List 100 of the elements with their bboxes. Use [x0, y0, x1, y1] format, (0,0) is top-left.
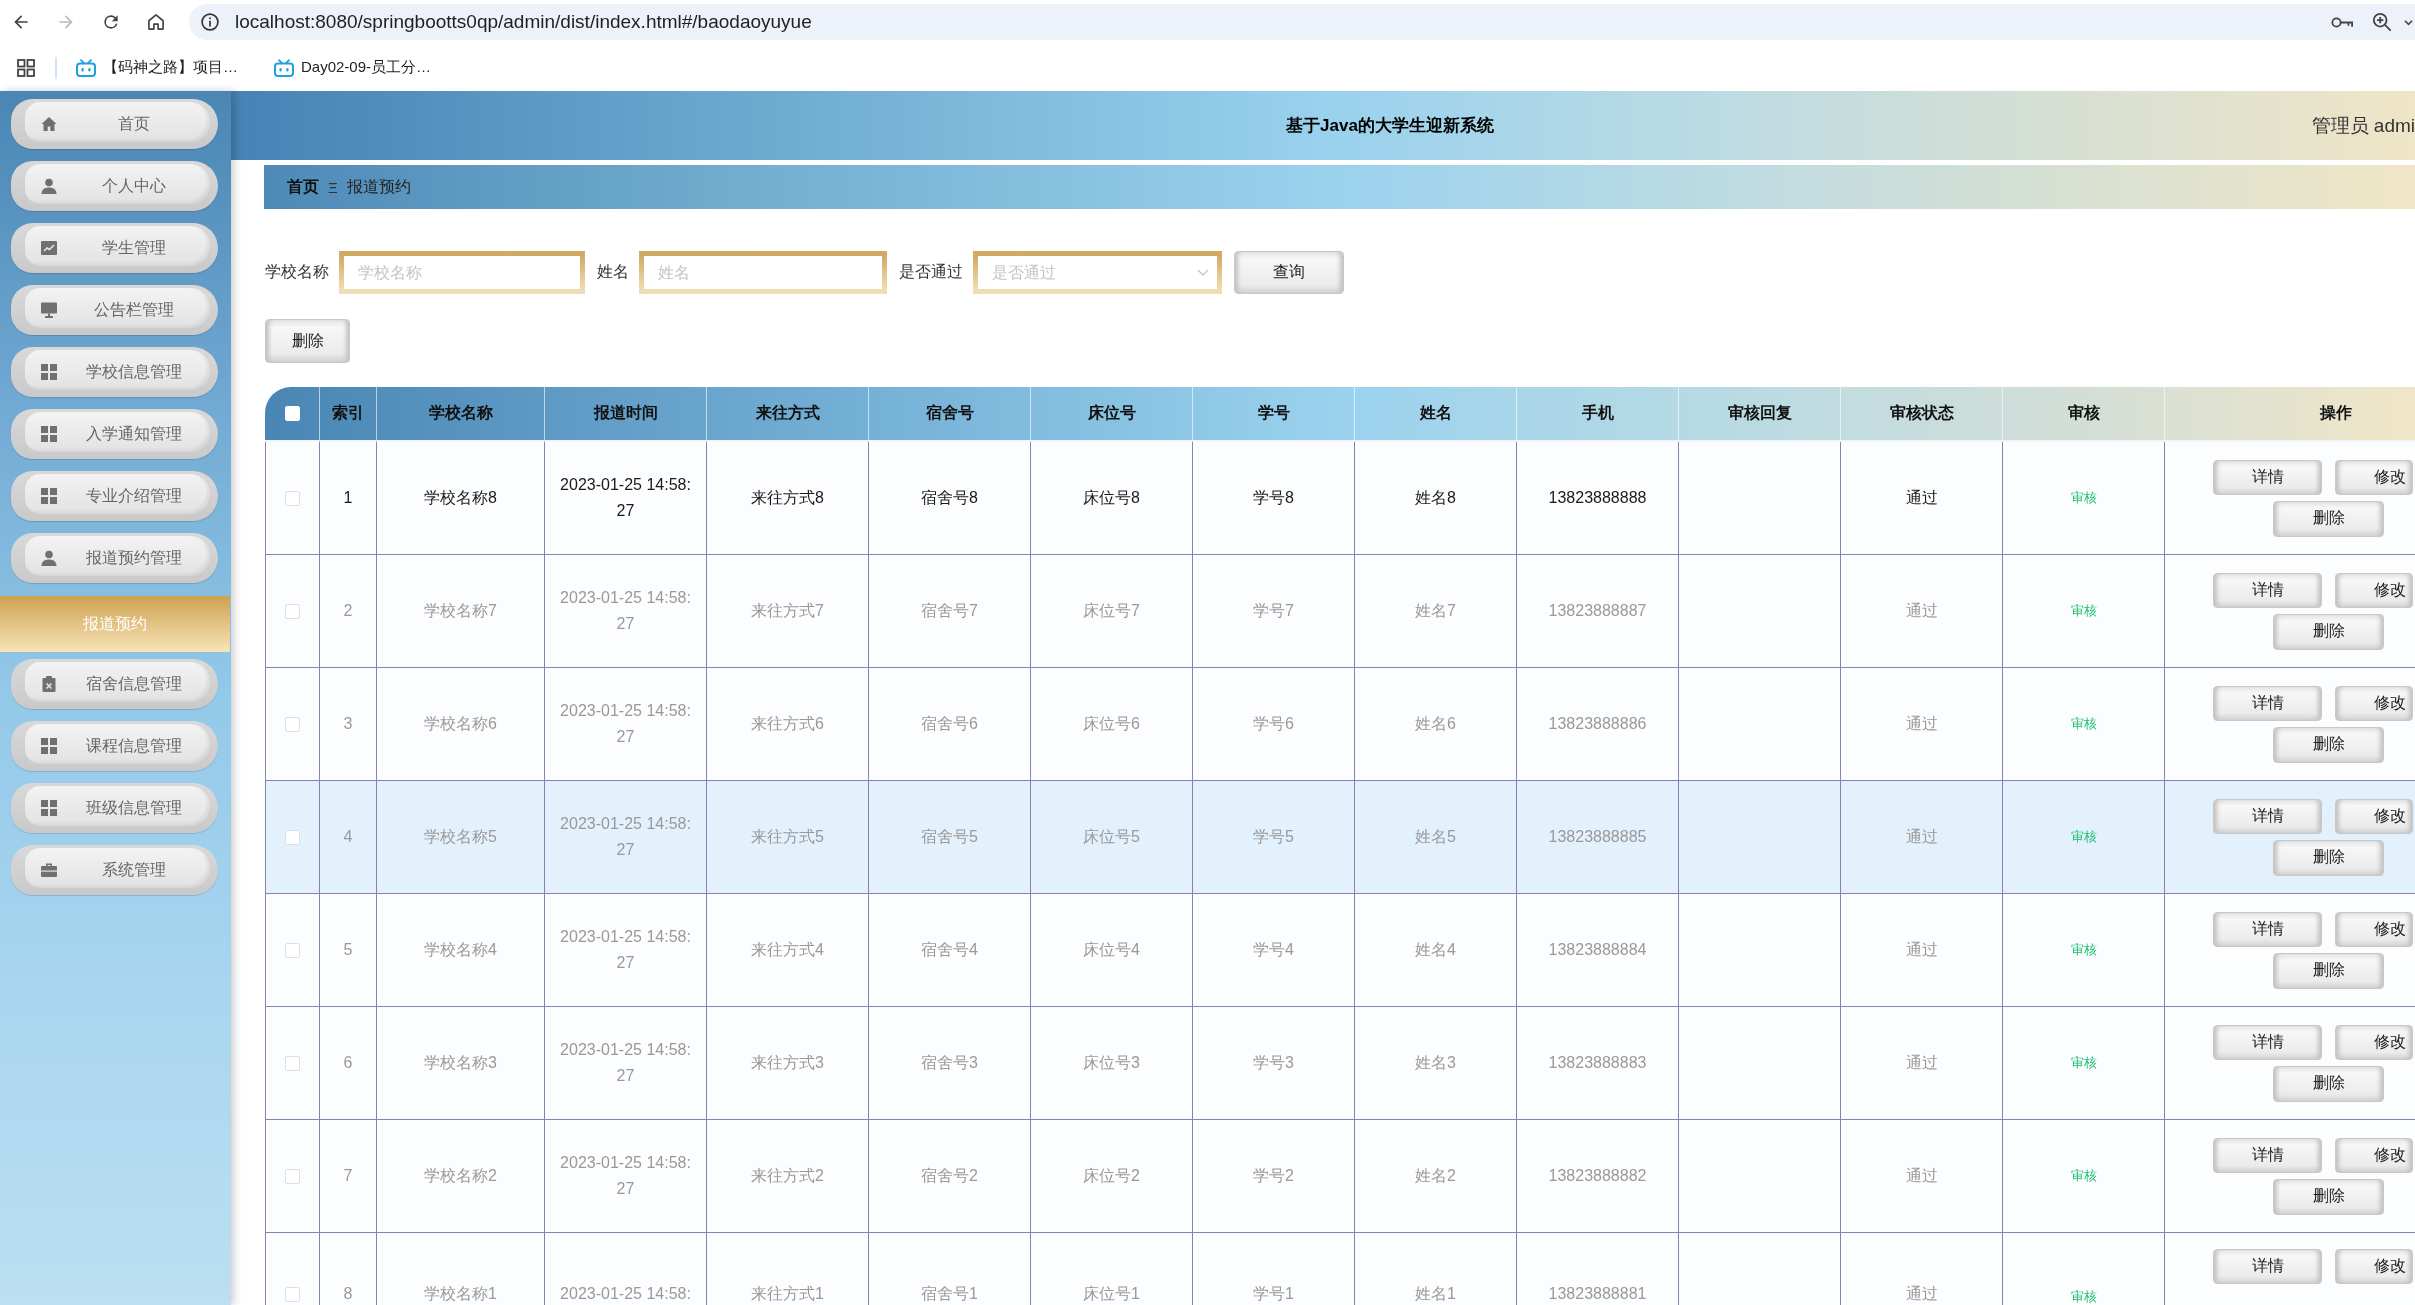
action-button[interactable]: 删除: [2273, 1178, 2384, 1215]
action-button[interactable]: 删除: [2273, 952, 2384, 989]
action-button[interactable]: 修改: [2335, 459, 2413, 495]
grid-icon: [41, 800, 57, 816]
action-button[interactable]: 详情: [2213, 459, 2322, 495]
address-bar[interactable]: localhost:8080/springbootts0qp/admin/dist/index.html#/baodaoyuyue: [189, 4, 2415, 40]
action-button[interactable]: 修改: [2335, 1249, 2413, 1284]
sidebar-item[interactable]: 公告栏管理: [11, 285, 218, 335]
table-cell: 13823888881: [1517, 1233, 1679, 1305]
table-cell: 学校名称1: [377, 1233, 545, 1305]
column-header: 审核回复: [1727, 403, 1792, 423]
column-header: 来往方式: [755, 403, 820, 423]
delete-button[interactable]: 删除: [265, 319, 350, 363]
reload-icon[interactable]: [101, 12, 121, 32]
action-button[interactable]: 详情: [2213, 1137, 2322, 1173]
action-button[interactable]: 详情: [2213, 798, 2322, 834]
action-button[interactable]: 修改: [2335, 1024, 2413, 1060]
select-all-checkbox[interactable]: [284, 406, 300, 421]
app-title: 基于Java的大学生迎新系统: [1286, 115, 1494, 137]
home-icon[interactable]: [146, 12, 166, 32]
sidebar-item[interactable]: 班级信息管理: [11, 783, 218, 833]
user-icon: [41, 550, 57, 566]
chevron-icon[interactable]: [2404, 18, 2413, 26]
clipboard-icon: [41, 676, 57, 692]
column-header: 手机: [1581, 403, 1614, 423]
row-checkbox[interactable]: [285, 490, 300, 506]
home-icon: [41, 116, 57, 132]
tv-icon: [274, 58, 294, 77]
user-icon: [41, 178, 57, 194]
field-label: 学校名称: [265, 262, 329, 282]
grid-icon: [41, 426, 57, 442]
sidebar-item[interactable]: 学生管理: [11, 223, 218, 273]
row-checkbox[interactable]: [285, 716, 300, 732]
column-header: 学校名称: [428, 403, 493, 423]
row-checkbox[interactable]: [285, 603, 300, 619]
action-button[interactable]: 详情: [2213, 572, 2322, 608]
column-header: 床位号: [1087, 403, 1136, 423]
breadcrumb-link[interactable]: 首页: [287, 176, 319, 198]
sidebar-item[interactable]: 系统管理: [11, 845, 218, 895]
row-checkbox[interactable]: [285, 829, 300, 845]
action-button[interactable]: 修改: [2335, 798, 2413, 834]
row-checkbox[interactable]: [285, 1287, 300, 1302]
table-cell: 2023-01-25 14:58:: [545, 1233, 707, 1305]
info-icon[interactable]: [200, 12, 220, 32]
select-field[interactable]: 是否通过: [973, 251, 1222, 294]
grid-icon: [41, 738, 57, 754]
action-button[interactable]: 删除: [2273, 1065, 2384, 1102]
grid-icon: [41, 488, 57, 504]
sidebar-item[interactable]: 报道预约管理: [11, 533, 218, 583]
action-button[interactable]: 删除: [2273, 726, 2384, 763]
action-button[interactable]: 修改: [2335, 572, 2413, 608]
sidebar-item[interactable]: 个人中心: [11, 161, 218, 211]
sidebar-item[interactable]: 宿舍信息管理: [11, 659, 218, 709]
apps-icon[interactable]: [17, 58, 35, 77]
row-checkbox[interactable]: [285, 942, 300, 958]
search-field[interactable]: 学校名称: [339, 251, 585, 294]
action-button[interactable]: 详情: [2213, 1024, 2322, 1060]
sidebar-item[interactable]: 学校信息管理: [11, 347, 218, 397]
column-header: 学号: [1257, 403, 1290, 423]
search-button[interactable]: 查询: [1234, 251, 1344, 294]
action-button[interactable]: 详情: [2213, 911, 2322, 947]
row-checkbox[interactable]: [285, 1055, 300, 1071]
breadcrumb-separator: Ξ: [328, 178, 338, 196]
column-header: 审核状态: [1889, 403, 1954, 423]
table-cell: 宿舍号1: [869, 1233, 1031, 1305]
bookmark-link[interactable]: Day02-09-员工分…: [274, 58, 432, 77]
action-button[interactable]: 删除: [2273, 500, 2384, 537]
table-cell: 床位号1: [1031, 1233, 1193, 1305]
field-label: 是否通过: [899, 262, 963, 282]
column-header: 宿舍号: [925, 403, 974, 423]
sidebar-item[interactable]: 入学通知管理: [11, 409, 218, 459]
column-header: 报道时间: [593, 403, 658, 423]
briefcase-icon: [41, 862, 57, 878]
monitor-icon: [41, 302, 57, 318]
sidebar-item[interactable]: 首页: [11, 99, 218, 149]
action-button[interactable]: 修改: [2335, 685, 2413, 721]
column-header: 操作: [2320, 403, 2352, 423]
action-button[interactable]: 删除: [2273, 613, 2384, 650]
search-field[interactable]: 姓名: [639, 251, 887, 294]
magnifier-icon[interactable]: [2372, 12, 2392, 32]
row-checkbox[interactable]: [285, 1168, 300, 1184]
table-cell: 8: [320, 1233, 377, 1305]
sidebar-item[interactable]: 专业介绍管理: [11, 471, 218, 521]
table-cell: 通过: [1841, 1233, 2003, 1305]
chevron-icon: [1197, 269, 1209, 277]
breadcrumb-current: 报道预约: [346, 176, 411, 197]
action-button[interactable]: 详情: [2213, 1249, 2322, 1284]
action-button[interactable]: 修改: [2335, 1137, 2413, 1173]
column-header: 审核: [2067, 403, 2100, 423]
action-button[interactable]: 详情: [2213, 685, 2322, 721]
table-cell: 姓名1: [1355, 1233, 1517, 1305]
sidebar-item[interactable]: 课程信息管理: [11, 721, 218, 771]
tv-icon: [76, 58, 96, 77]
key-icon[interactable]: [2331, 15, 2353, 29]
column-header: 索引: [332, 403, 364, 423]
action-button[interactable]: 删除: [2273, 839, 2384, 876]
action-button[interactable]: 修改: [2335, 911, 2413, 947]
bookmark-link[interactable]: 【码神之路】项目…: [76, 58, 238, 77]
table-cell: 来往方式1: [707, 1233, 869, 1305]
field-label: 姓名: [597, 262, 629, 282]
